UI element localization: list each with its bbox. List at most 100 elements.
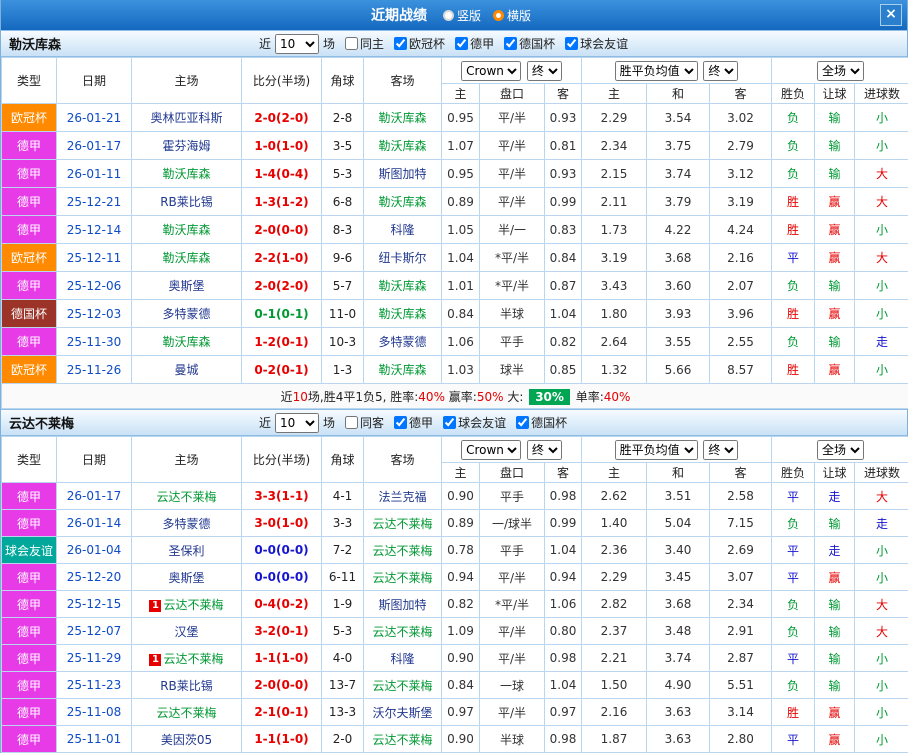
subcol-goals-result: 进球数 [854, 462, 908, 483]
team-name-link[interactable]: 勒沃库森 [378, 363, 426, 377]
team-name-link[interactable]: 圣保利 [168, 544, 204, 558]
layout-option-horizontal[interactable]: 横版 [493, 7, 531, 24]
league-filter-checkbox[interactable] [455, 37, 469, 50]
summary-odd-label: 单率: [571, 389, 604, 404]
team-name-link[interactable]: 科隆 [390, 223, 414, 237]
radio-unselected-icon[interactable] [442, 9, 454, 21]
league-badge: 德甲 [1, 725, 57, 753]
match-count-select[interactable]: 10 [275, 412, 320, 433]
team-name-link[interactable]: 勒沃库森 [162, 251, 210, 265]
league-filter[interactable]: 球会友谊 [565, 35, 628, 52]
match-row: 德甲 25-11-29 1 云达不莱梅 1-1(1-0) 4-0 科隆 0.90 平/半 0.98… [1, 644, 908, 672]
odds-home: 1.03 [441, 355, 480, 384]
layout-option-vertical[interactable]: 竖版 [442, 7, 481, 24]
team-name-link[interactable]: RB莱比锡 [160, 195, 213, 209]
team-name-link[interactable]: 勒沃库森 [162, 167, 210, 181]
league-filter-checkbox[interactable] [394, 37, 408, 50]
handicap-result: 赢 [814, 215, 856, 244]
league-filter[interactable]: 球会友谊 [443, 414, 506, 431]
league-filter[interactable]: 德甲 [394, 414, 433, 431]
team-name-link[interactable]: 汉堡 [174, 625, 198, 639]
subcol-odds-away: 客 [544, 462, 582, 483]
avg-home-odds: 2.16 [581, 698, 647, 726]
match-date: 25-11-26 [56, 355, 132, 384]
team-name-link[interactable]: 多特蒙德 [378, 335, 426, 349]
odds-away: 0.94 [544, 563, 582, 591]
handicap-result: 输 [814, 131, 856, 160]
avg-final-select[interactable]: 终 [703, 439, 739, 460]
team-name-link[interactable]: 勒沃库森 [378, 195, 426, 209]
league-filter-checkbox[interactable] [565, 37, 579, 50]
avg-odds-select[interactable]: 胜平负均值 [614, 439, 698, 460]
avg-odds-select[interactable]: 胜平负均值 [614, 60, 698, 81]
team-name-link[interactable]: 云达不莱梅 [372, 679, 432, 693]
result: 平 [771, 563, 816, 591]
same-venue-filter[interactable]: 同客 [345, 414, 384, 431]
handicap-result: 赢 [814, 355, 856, 384]
team-name-link[interactable]: 霍芬海姆 [162, 139, 210, 153]
avg-final-select[interactable]: 终 [703, 60, 739, 81]
team-name-link[interactable]: 纽卡斯尔 [378, 251, 426, 265]
team-name-link[interactable]: 沃尔夫斯堡 [372, 706, 432, 720]
team-name-link[interactable]: 法兰克福 [378, 490, 426, 504]
team-name-link[interactable]: 多特蒙德 [162, 517, 210, 531]
avg-home-odds: 2.82 [581, 590, 647, 618]
odds-company-select[interactable]: Crown [461, 60, 522, 81]
team-name-link[interactable]: 奥斯堡 [168, 571, 204, 585]
layout-option-vertical-label[interactable]: 竖版 [457, 7, 481, 24]
team-name-link[interactable]: 勒沃库森 [378, 307, 426, 321]
summary-cover-label: 赢率: [444, 389, 477, 404]
league-filter[interactable]: 欧冠杯 [394, 35, 445, 52]
league-filter-checkbox[interactable] [516, 416, 530, 429]
handicap: 平/半 [479, 563, 545, 591]
odds-away: 1.04 [544, 671, 582, 699]
team-name-link[interactable]: 勒沃库森 [162, 335, 210, 349]
team-name-link[interactable]: 勒沃库森 [378, 279, 426, 293]
radio-selected-icon[interactable] [493, 9, 504, 21]
team-name-link[interactable]: 云达不莱梅 [156, 490, 216, 504]
layout-option-horizontal-label[interactable]: 横版 [507, 7, 531, 24]
team-name-link[interactable]: 云达不莱梅 [156, 706, 216, 720]
scope-select[interactable]: 全场 [817, 439, 865, 460]
team-name-link[interactable]: 云达不莱梅 [372, 625, 432, 639]
odds-company-select[interactable]: Crown [461, 439, 522, 460]
match-count-select[interactable]: 10 [275, 33, 320, 54]
odds-final-select[interactable]: 终 [526, 439, 562, 460]
result: 胜 [771, 299, 816, 328]
odds-away: 1.04 [544, 299, 582, 328]
league-filter-checkbox[interactable] [394, 416, 408, 429]
team-name-link[interactable]: 科隆 [390, 652, 414, 666]
team-name-link[interactable]: 勒沃库森 [378, 111, 426, 125]
team-name-link[interactable]: 勒沃库森 [378, 139, 426, 153]
league-filter[interactable]: 德甲 [455, 35, 494, 52]
team-name-link[interactable]: 云达不莱梅 [372, 733, 432, 747]
odds-away: 0.99 [544, 187, 582, 216]
team-name-link[interactable]: 奥斯堡 [168, 279, 204, 293]
scope-select[interactable]: 全场 [817, 60, 865, 81]
subcol-result: 胜负 [771, 83, 816, 104]
team-name-link[interactable]: 云达不莱梅 [372, 544, 432, 558]
team-name-link[interactable]: 勒沃库森 [162, 223, 210, 237]
team-name-link[interactable]: 云达不莱梅 [372, 517, 432, 531]
team-name-link[interactable]: 斯图加特 [378, 167, 426, 181]
goals-result: 大 [854, 482, 908, 510]
team-name-link[interactable]: 曼城 [174, 363, 198, 377]
close-button[interactable]: × [880, 4, 902, 26]
team-name-link[interactable]: RB莱比锡 [160, 679, 213, 693]
team-name-link[interactable]: 斯图加特 [378, 598, 426, 612]
team-name-link[interactable]: 奥林匹亚科斯 [150, 111, 222, 125]
same-venue-filter-checkbox[interactable] [345, 37, 359, 50]
same-venue-filter-checkbox[interactable] [345, 416, 359, 429]
league-filter[interactable]: 德国杯 [516, 414, 567, 431]
odds-final-select[interactable]: 终 [526, 60, 562, 81]
team-name-link[interactable]: 美因茨05 [161, 733, 212, 747]
league-filter[interactable]: 德国杯 [504, 35, 555, 52]
league-filter-checkbox[interactable] [443, 416, 457, 429]
league-filter-checkbox[interactable] [504, 37, 518, 50]
team-name-link[interactable]: 云达不莱梅 [163, 652, 223, 666]
same-venue-filter[interactable]: 同主 [345, 35, 384, 52]
team-name-link[interactable]: 云达不莱梅 [163, 598, 223, 612]
team-name-link[interactable]: 云达不莱梅 [372, 571, 432, 585]
team-name-link[interactable]: 多特蒙德 [162, 307, 210, 321]
goals-result: 大 [854, 617, 908, 645]
